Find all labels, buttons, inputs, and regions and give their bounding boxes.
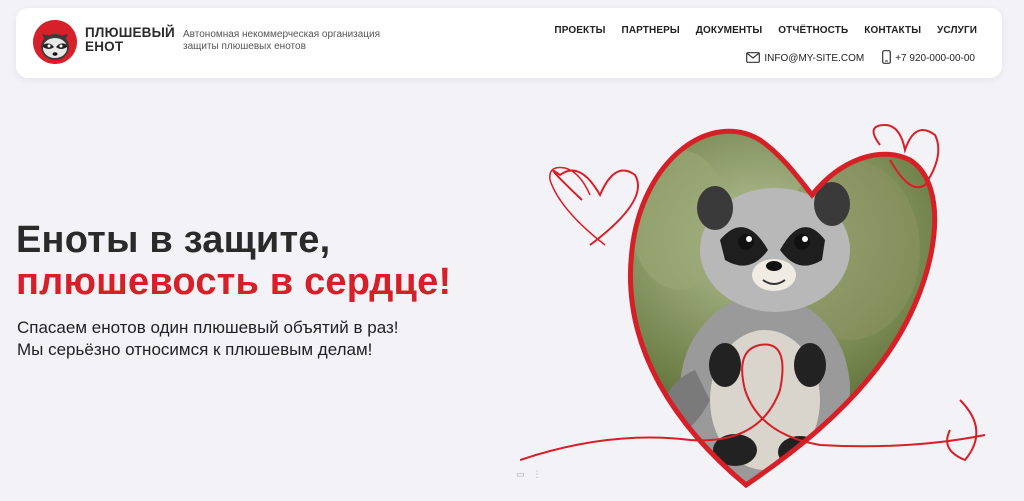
nav-partners[interactable]: ПАРТНЕРЫ	[622, 25, 680, 36]
bookmark-icon[interactable]: ▭	[516, 469, 525, 480]
hero-heart-photo	[519, 100, 1000, 495]
phone-icon	[882, 50, 892, 67]
nav-documents[interactable]: ДОКУМЕНТЫ	[696, 25, 763, 36]
phone-text: +7 920-000-00-00	[895, 53, 975, 64]
nav-contacts[interactable]: КОНТАКТЫ	[864, 25, 921, 36]
nav-projects[interactable]: ПРОЕКТЫ	[554, 25, 605, 36]
brand-name-line1: ПЛЮШЕВЫЙ	[85, 25, 175, 40]
hero-subtitle-line1: Спасаем енотов один плюшевый объятий в р…	[17, 318, 399, 337]
brand-name-line2: ЕНОТ	[85, 39, 124, 54]
brand-name[interactable]: ПЛЮШЕВЫЙ ЕНОТ	[85, 26, 175, 54]
envelope-icon	[746, 51, 761, 66]
hero-subtitle-line2: Мы серьёзно относимся к плюшевым делам!	[17, 340, 373, 359]
more-icon[interactable]: ⋮	[533, 469, 542, 480]
main-nav: ПРОЕКТЫ ПАРТНЕРЫ ДОКУМЕНТЫ ОТЧЁТНОСТЬ КО…	[554, 25, 977, 36]
nav-reports[interactable]: ОТЧЁТНОСТЬ	[778, 25, 848, 36]
email-text: INFO@MY-SITE.COM	[764, 53, 865, 64]
hero-subtitle: Спасаем енотов один плюшевый объятий в р…	[17, 317, 398, 361]
page-tools: ▭ ⋮	[516, 469, 542, 480]
brand-tagline: Автономная некоммерческая организация за…	[183, 29, 381, 52]
hero-title-line2: плюшевость в сердце!	[16, 261, 452, 303]
nav-services[interactable]: УСЛУГИ	[937, 25, 977, 36]
raccoon-photo	[630, 131, 935, 486]
phone-link[interactable]: +7 920-000-00-00	[882, 50, 975, 67]
hero-title: Еноты в защите, плюшевость в сердце!	[16, 219, 451, 303]
hero-title-line1: Еноты в защите,	[16, 219, 331, 261]
site-header: ПЛЮШЕВЫЙ ЕНОТ Автономная некоммерческая …	[16, 8, 1002, 78]
email-link[interactable]: INFO@MY-SITE.COM	[746, 51, 865, 66]
raccoon-logo[interactable]	[33, 20, 77, 64]
header-contacts: INFO@MY-SITE.COM +7 920-000-00-00	[746, 50, 975, 67]
